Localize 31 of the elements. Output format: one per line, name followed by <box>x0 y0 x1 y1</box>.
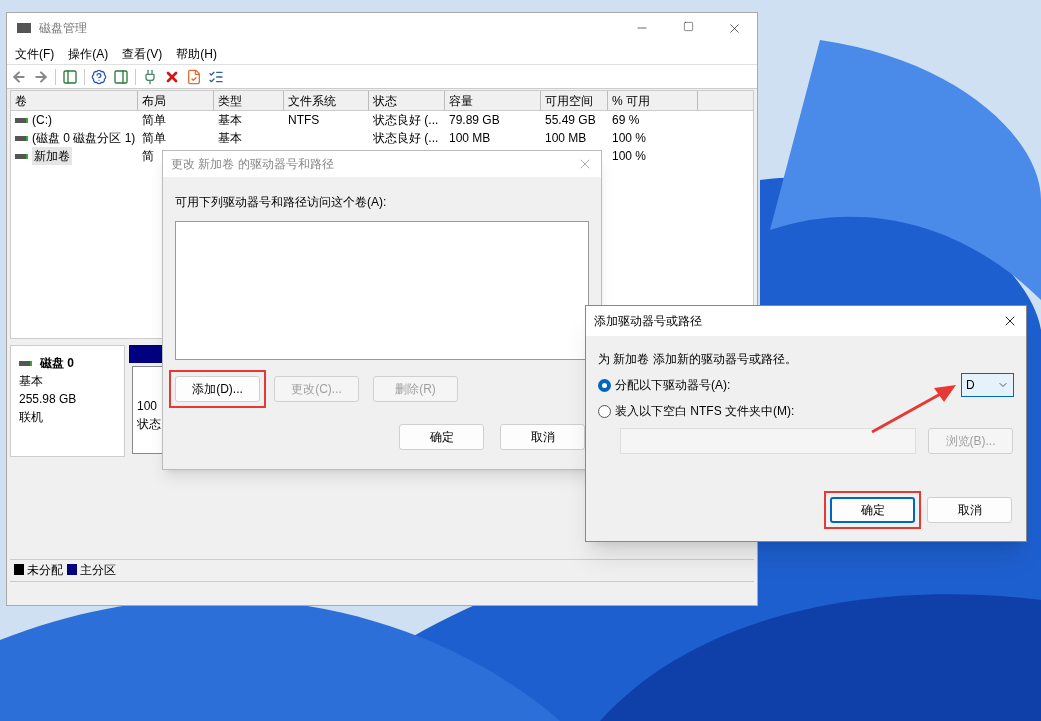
legend-label: 主分区 <box>80 561 116 579</box>
disk-size: 255.98 GB <box>19 391 78 408</box>
table-cell-text: NTFS <box>288 112 320 129</box>
table-cell-text: 简单 <box>142 112 166 129</box>
table-cell-text: (磁盘 0 磁盘分区 1) <box>32 130 136 147</box>
table-cell-text: 69 % <box>612 112 640 129</box>
dialog-title: 更改 新加卷 的驱动器号和路径 <box>171 156 334 173</box>
legend-label: 未分配 <box>27 561 63 579</box>
table-cell-text: (C:) <box>32 112 52 129</box>
disk-type: 基本 <box>19 373 44 390</box>
table-cell-text: 简单 <box>142 130 166 147</box>
table-cell-text: 100 % <box>612 130 647 147</box>
table-cell-text: 100 MB <box>545 130 587 147</box>
table-cell: 新加卷 <box>32 147 72 165</box>
table-cell-text: 状态良好 (... <box>373 112 439 129</box>
disk-status: 联机 <box>19 409 44 426</box>
table-cell-text: 100 MB <box>449 130 491 147</box>
window-title: 磁盘管理 <box>39 20 87 37</box>
table-cell-text: 55.49 GB <box>545 112 596 129</box>
table-cell-text: 79.89 GB <box>449 112 500 129</box>
partition-text: 100 <box>137 398 159 415</box>
table-cell-text: 100 % <box>612 148 647 165</box>
dialog-title: 添加驱动器号或路径 <box>594 313 702 330</box>
list-label: 可用下列驱动器号和路径访问这个卷(A): <box>175 194 388 211</box>
disk-name: 磁盘 0 <box>40 355 74 372</box>
table-cell-text: 简 <box>142 148 154 165</box>
table-cell-text: 基本 <box>218 112 242 129</box>
table-cell-text: 基本 <box>218 130 242 147</box>
intro-text: 为 新加卷 添加新的驱动器号或路径。 <box>598 351 798 368</box>
table-cell-text: 状态良好 (... <box>373 130 439 147</box>
partition-text: 状态 <box>137 416 162 433</box>
